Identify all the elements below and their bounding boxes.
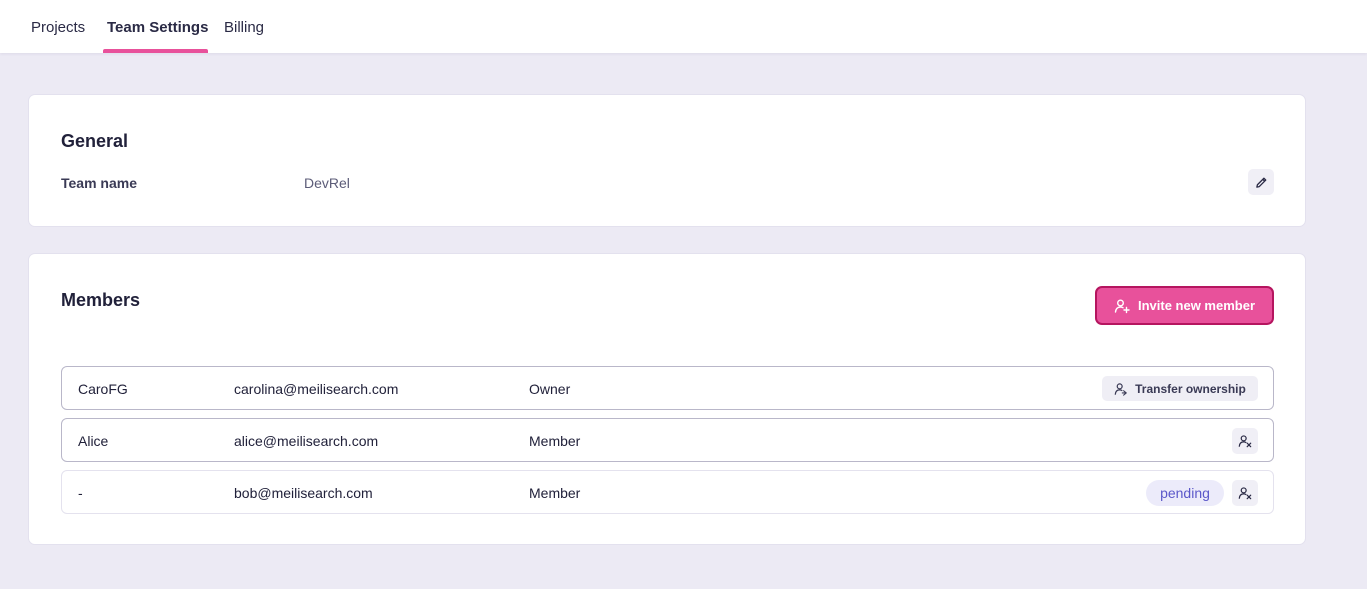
remove-member-button[interactable] xyxy=(1232,480,1258,506)
general-card: General Team name DevRel xyxy=(28,94,1306,227)
member-role: Member xyxy=(529,485,581,501)
member-row: CaroFG carolina@meilisearch.com Owner Tr… xyxy=(61,366,1274,410)
team-name-label: Team name xyxy=(61,175,137,191)
member-role: Owner xyxy=(529,381,571,397)
edit-team-name-button[interactable] xyxy=(1248,169,1274,195)
status-badge: pending xyxy=(1146,480,1224,506)
member-name: CaroFG xyxy=(78,381,128,397)
member-email: alice@meilisearch.com xyxy=(234,433,379,449)
member-row: - bob@meilisearch.com Member pending xyxy=(61,470,1274,514)
transfer-ownership-label: Transfer ownership xyxy=(1135,381,1246,396)
top-nav: Projects Team Settings Billing xyxy=(0,0,1367,53)
members-title: Members xyxy=(61,290,141,310)
user-transfer-icon xyxy=(1114,382,1127,396)
pencil-icon xyxy=(1255,177,1266,188)
active-tab-indicator xyxy=(103,49,208,53)
transfer-ownership-button[interactable]: Transfer ownership xyxy=(1102,376,1258,401)
tab-billing[interactable]: Billing xyxy=(224,0,264,53)
tab-projects[interactable]: Projects xyxy=(31,0,85,53)
general-title: General xyxy=(61,131,129,151)
member-row: Alice alice@meilisearch.com Member xyxy=(61,418,1274,462)
user-plus-icon xyxy=(1114,299,1130,313)
members-card: Members Invite new member CaroFG carolin… xyxy=(28,253,1306,545)
member-email: carolina@meilisearch.com xyxy=(234,381,399,397)
member-name: - xyxy=(78,485,83,501)
user-remove-icon xyxy=(1238,435,1252,448)
user-remove-icon xyxy=(1238,487,1252,500)
invite-member-label: Invite new member xyxy=(1137,298,1256,313)
invite-member-button[interactable]: Invite new member xyxy=(1095,286,1274,325)
team-name-value: DevRel xyxy=(304,175,350,191)
member-name: Alice xyxy=(78,433,109,449)
tab-team-settings[interactable]: Team Settings xyxy=(107,0,208,53)
member-email: bob@meilisearch.com xyxy=(234,485,373,501)
remove-member-button[interactable] xyxy=(1232,428,1258,454)
member-role: Member xyxy=(529,433,581,449)
